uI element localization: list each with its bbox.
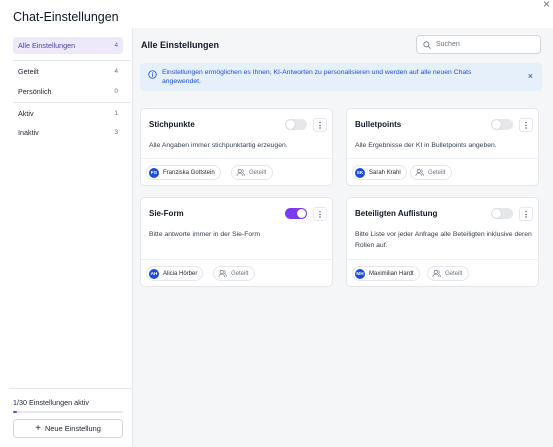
card-divider <box>347 259 538 260</box>
sidebar-item-label: Alle Einstellungen <box>18 41 76 50</box>
kebab-menu-icon: ⋮ <box>316 120 324 130</box>
shared-chip: Geteilt <box>213 266 256 281</box>
setting-card-sie-form: Sie-Form ⋮ Bitte antworte immer in der S… <box>140 197 333 287</box>
owner-name: Sarah Krahl <box>369 169 401 176</box>
shared-label: Geteilt <box>231 270 249 277</box>
owner-chip: SK Sarah Krahl <box>352 165 407 180</box>
owner-chip: FG Franziska Gottstein <box>146 165 221 180</box>
info-icon <box>148 70 157 79</box>
enable-toggle[interactable] <box>285 119 307 130</box>
users-icon <box>415 169 424 176</box>
card-title: Bulletpoints <box>355 120 402 129</box>
setting-card-bulletpoints: Bulletpoints ⋮ Alle Ergebnisse der KI in… <box>346 108 539 186</box>
active-settings-progress <box>13 411 123 413</box>
shared-chip: Geteilt <box>231 165 274 180</box>
info-banner-close-button[interactable]: × <box>528 71 533 81</box>
active-settings-count: 1/30 Einstellungen aktiv <box>13 398 89 407</box>
shared-label: Geteilt <box>249 169 267 176</box>
kebab-menu-icon: ⋮ <box>522 209 530 219</box>
sidebar-item-count: 4 <box>114 42 118 49</box>
sidebar-item-label: Persönlich <box>18 87 52 96</box>
owner-name: Franziska Gottstein <box>163 169 215 176</box>
shared-chip: Geteilt <box>427 266 470 281</box>
sidebar-item-label: Geteilt <box>18 67 39 76</box>
users-icon <box>236 169 245 176</box>
search-icon <box>423 40 431 49</box>
card-divider <box>141 158 332 159</box>
card-divider <box>347 158 538 159</box>
avatar: SK <box>355 167 365 178</box>
avatar: AH <box>149 268 159 279</box>
main-content: Alle Einstellungen Einstellungen ermögli… <box>132 28 553 447</box>
new-setting-label: Neue Einstellung <box>44 424 101 433</box>
shared-label: Geteilt <box>445 270 463 277</box>
users-icon <box>218 270 227 277</box>
enable-toggle[interactable] <box>491 208 513 219</box>
sidebar-item-label: Inaktiv <box>18 128 39 137</box>
sidebar-item-inaktiv[interactable]: Inaktiv 3 <box>13 124 123 141</box>
avatar: MH <box>355 268 365 279</box>
new-setting-button[interactable]: + Neue Einstellung <box>13 419 123 438</box>
card-menu-button[interactable]: ⋮ <box>519 207 533 221</box>
card-menu-button[interactable]: ⋮ <box>313 207 327 221</box>
sidebar-item-label: Aktiv <box>18 109 34 118</box>
enable-toggle[interactable] <box>491 119 513 130</box>
card-title: Stichpunkte <box>149 120 195 129</box>
card-divider <box>141 259 332 260</box>
sidebar-item-count: 0 <box>114 88 118 95</box>
info-banner: Einstellungen ermöglichen es Ihnen, KI-A… <box>140 63 542 91</box>
setting-card-stichpunkte: Stichpunkte ⋮ Alle Angaben immer stichpu… <box>140 108 333 186</box>
card-description: Alle Ergebnisse der KI in Bulletpoints a… <box>355 142 497 149</box>
card-title: Beteiligten Auflistung <box>355 209 438 218</box>
card-menu-button[interactable]: ⋮ <box>313 118 327 132</box>
dialog-title: Chat-Einstellungen <box>13 10 119 24</box>
nav-divider <box>13 60 130 61</box>
owner-name: Maximilian Hardt <box>369 270 414 277</box>
sidebar-item-persoenlich[interactable]: Persönlich 0 <box>13 83 123 100</box>
users-icon <box>432 270 441 277</box>
sidebar: Alle Einstellungen 4 Geteilt 4 Persönlic… <box>9 30 141 447</box>
setting-card-beteiligten-auflistung: Beteiligten Auflistung ⋮ Bitte Liste vor… <box>346 197 539 287</box>
sidebar-item-geteilt[interactable]: Geteilt 4 <box>13 63 123 80</box>
shared-chip: Geteilt <box>410 165 453 180</box>
sidebar-item-count: 3 <box>114 129 118 136</box>
info-banner-text: Einstellungen ermöglichen es Ihnen, KI-A… <box>162 69 472 85</box>
card-description: Bitte Liste vor jeder Anfrage alle Betei… <box>355 231 532 249</box>
sidebar-item-count: 1 <box>114 110 118 117</box>
progress-fill <box>13 411 17 413</box>
shared-label: Geteilt <box>428 169 446 176</box>
card-title: Sie-Form <box>149 209 184 218</box>
page-title: Alle Einstellungen <box>141 40 220 50</box>
enable-toggle[interactable] <box>285 208 307 219</box>
nav-divider <box>13 102 130 103</box>
plus-icon: + <box>35 422 41 434</box>
avatar: FG <box>149 167 159 178</box>
kebab-menu-icon: ⋮ <box>522 120 530 130</box>
sidebar-item-aktiv[interactable]: Aktiv 1 <box>13 105 123 122</box>
card-menu-button[interactable]: ⋮ <box>519 118 533 132</box>
search-input[interactable] <box>436 41 536 48</box>
kebab-menu-icon: ⋮ <box>316 209 324 219</box>
sidebar-footer: 1/30 Einstellungen aktiv + Neue Einstell… <box>9 388 141 447</box>
close-dialog-button[interactable]: × <box>543 0 550 10</box>
sidebar-item-count: 4 <box>114 68 118 75</box>
sidebar-item-alle-einstellungen[interactable]: Alle Einstellungen 4 <box>13 37 123 54</box>
owner-name: Alicia Hörber <box>163 270 198 277</box>
owner-chip: AH Alicia Hörber <box>146 266 204 281</box>
owner-chip: MH Maximilian Hardt <box>352 266 420 281</box>
card-description: Bitte antworte immer in der Sie-Form <box>149 231 261 238</box>
search-box[interactable] <box>416 35 541 54</box>
card-description: Alle Angaben immer stichpunktartig erzeu… <box>149 142 288 149</box>
